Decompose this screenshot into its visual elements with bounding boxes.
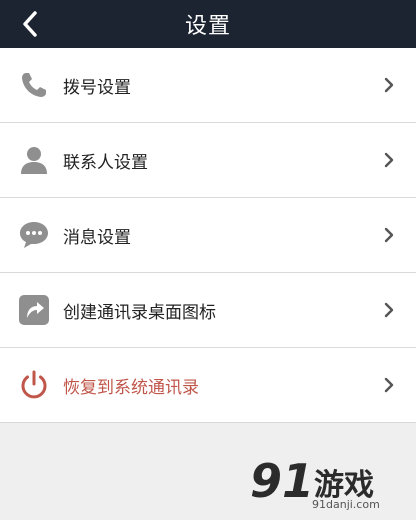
settings-item-label: 联系人设置 [63, 152, 148, 173]
settings-item-label: 创建通讯录桌面图标 [63, 302, 216, 323]
chevron-right-icon [382, 226, 396, 244]
phone-icon [18, 69, 50, 101]
chevron-right-icon [382, 76, 396, 94]
settings-list: 拨号设置 联系人设置 消息设置 创建通讯录桌面图标 恢复到系统通讯录 [0, 48, 416, 423]
chevron-right-icon [382, 151, 396, 169]
chevron-right-icon [382, 376, 396, 394]
back-arrow-icon [23, 11, 37, 37]
settings-item-dial[interactable]: 拨号设置 [0, 48, 416, 123]
chat-bubble-icon [18, 219, 50, 251]
settings-item-label: 消息设置 [63, 227, 131, 248]
header-bar: 设置 [0, 0, 416, 48]
settings-item-messages[interactable]: 消息设置 [0, 198, 416, 273]
watermark-url: 91danji.com [312, 498, 380, 511]
watermark-number: 91 [250, 454, 315, 508]
settings-item-restore-system-contacts[interactable]: 恢复到系统通讯录 [0, 348, 416, 423]
watermark-logo: 91 游戏 91danji.com [250, 454, 410, 516]
settings-item-desktop-shortcut[interactable]: 创建通讯录桌面图标 [0, 273, 416, 348]
settings-item-contacts[interactable]: 联系人设置 [0, 123, 416, 198]
person-icon [18, 144, 50, 176]
chevron-right-icon [382, 301, 396, 319]
back-button[interactable] [18, 10, 42, 38]
settings-item-label: 拨号设置 [63, 77, 131, 98]
power-icon [18, 369, 50, 401]
page-title: 设置 [184, 14, 231, 39]
settings-item-label: 恢复到系统通讯录 [63, 377, 199, 398]
share-arrow-icon [18, 294, 50, 326]
